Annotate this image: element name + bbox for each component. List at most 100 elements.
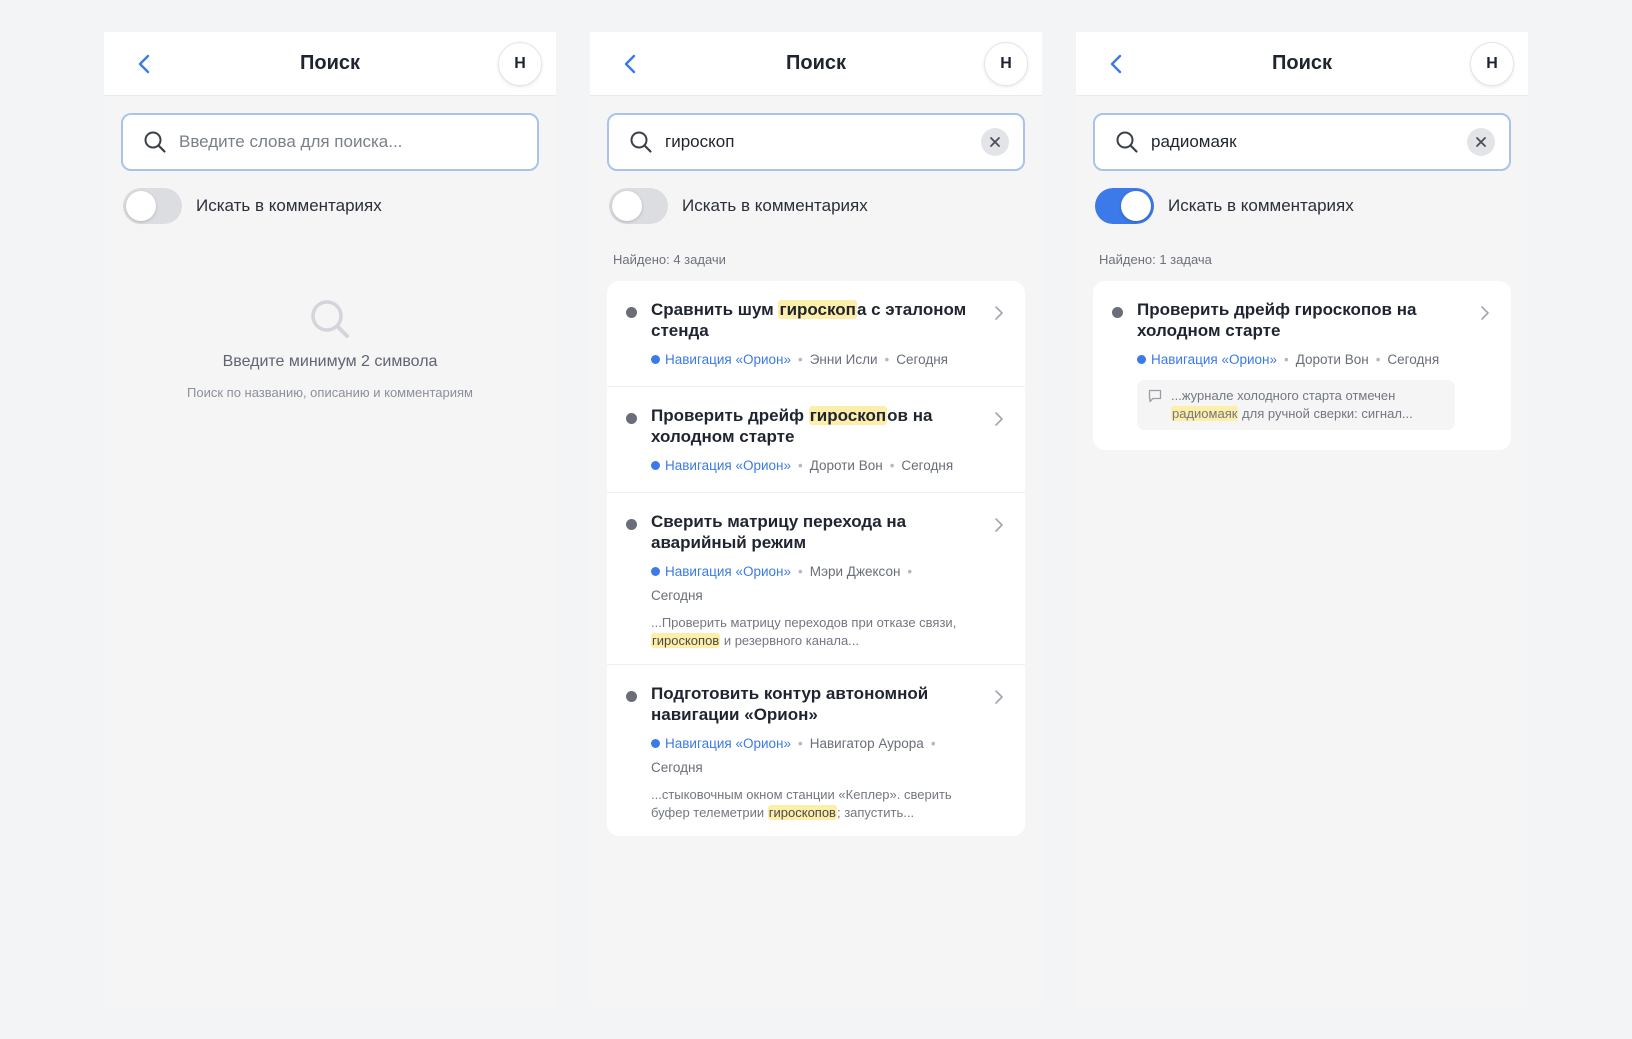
toggle-knob — [612, 191, 642, 221]
author: Дороти Вон — [1295, 352, 1369, 367]
result-item[interactable]: Подготовить контур автономной навигации … — [607, 665, 1025, 836]
search-screen-results: Поиск Н Искать в комментариях Найдено: 4… — [590, 32, 1042, 1007]
search-input[interactable] — [1151, 127, 1467, 157]
empty-state: Введите минимум 2 символа Поиск по назва… — [104, 297, 556, 400]
search-icon — [311, 300, 349, 338]
clear-icon — [990, 137, 1000, 147]
result-title: Сравнить шум гироскопа с эталоном стенда — [651, 300, 967, 340]
top-bar: Поиск Н — [1076, 32, 1528, 96]
results-count: Найдено: 1 задача — [1099, 252, 1212, 267]
search-comments-toggle[interactable] — [1095, 188, 1154, 224]
toggle-label: Искать в комментариях — [682, 196, 868, 215]
search-screen-empty: Поиск Н Искать в комментариях Введите ми… — [104, 32, 556, 1007]
comments-toggle-row: Искать в комментариях — [609, 187, 1042, 225]
date: Сегодня — [896, 352, 948, 367]
clear-icon — [1476, 137, 1486, 147]
result-item[interactable]: Сверить матрицу перехода на аварийный ре… — [607, 493, 1025, 665]
date: Сегодня — [1387, 352, 1440, 367]
chevron-right-icon — [995, 518, 1003, 532]
match-highlight: радиомаяк — [1171, 406, 1239, 421]
comment-icon — [1148, 389, 1162, 403]
search-icon — [630, 131, 652, 153]
project-link[interactable]: Навигация «Орион» — [665, 352, 791, 367]
date: Сегодня — [651, 588, 703, 603]
chevron-left-icon — [1110, 54, 1122, 74]
chevron-right-icon — [995, 306, 1003, 320]
result-snippet: ...Проверить матрицу переходов при отказ… — [651, 615, 957, 648]
result-meta: Навигация «Орион» • Мэри Джексон • Сегодня — [651, 564, 913, 603]
empty-title: Введите минимум 2 символа — [222, 353, 438, 370]
toggle-knob — [1121, 191, 1151, 221]
project-dot-icon — [651, 739, 660, 748]
status-dot-icon — [626, 307, 637, 318]
search-comments-toggle[interactable] — [123, 188, 182, 224]
clear-search-button[interactable] — [981, 128, 1009, 156]
project-dot-icon — [1137, 355, 1146, 364]
top-bar: Поиск Н — [590, 32, 1042, 96]
result-item[interactable]: Проверить дрейф гироскопов на холодном с… — [1093, 281, 1511, 450]
toggle-label: Искать в комментариях — [196, 196, 382, 215]
search-field[interactable] — [1093, 113, 1511, 171]
chevron-right-icon — [1481, 306, 1489, 320]
match-highlight: гироскоп — [778, 300, 857, 319]
search-input[interactable] — [665, 127, 981, 157]
back-button[interactable] — [618, 52, 642, 76]
project-dot-icon — [651, 461, 660, 470]
result-snippet: ...стыковочным окном станции «Кеплер». с… — [651, 787, 952, 820]
results-count: Найдено: 4 задачи — [613, 252, 726, 267]
results-list: Проверить дрейф гироскопов на холодном с… — [1093, 281, 1511, 450]
result-title: Сверить матрицу перехода на аварийный ре… — [651, 512, 907, 552]
search-input[interactable] — [179, 127, 523, 157]
chevron-left-icon — [138, 54, 150, 74]
status-dot-icon — [1112, 307, 1123, 318]
date: Сегодня — [901, 458, 954, 473]
page-title: Поиск — [1271, 52, 1333, 74]
avatar[interactable]: Н — [498, 42, 542, 86]
back-button[interactable] — [1104, 52, 1128, 76]
search-icon — [1116, 131, 1138, 153]
result-title: Подготовить контур автономной навигации … — [651, 684, 929, 724]
status-dot-icon — [626, 413, 637, 424]
author: Навигатор Аурора — [809, 736, 924, 751]
result-meta: Навигация «Орион» • Навигатор Аурора • Сегод… — [651, 736, 936, 775]
match-highlight: гироскопов — [767, 805, 837, 820]
back-button[interactable] — [132, 52, 156, 76]
project-link[interactable]: Навигация «Орион» — [665, 736, 791, 751]
avatar[interactable]: Н — [1470, 42, 1514, 86]
result-title: Проверить дрейф гироскопов на холодном с… — [651, 406, 933, 446]
match-highlight: гироскоп — [808, 406, 888, 425]
result-meta: Навигация «Орион» • Дороти Вон • Сегодня — [651, 454, 981, 478]
toggle-knob — [126, 191, 156, 221]
author: Мэри Джексон — [809, 564, 901, 579]
project-dot-icon — [651, 567, 660, 576]
chevron-right-icon — [995, 690, 1003, 704]
project-link[interactable]: Навигация «Орион» — [665, 564, 791, 579]
chevron-right-icon — [995, 412, 1003, 426]
search-field[interactable] — [121, 113, 539, 171]
date: Сегодня — [651, 760, 703, 775]
search-field[interactable] — [607, 113, 1025, 171]
result-title: Проверить дрейф гироскопов на холодном с… — [1137, 300, 1417, 340]
avatar[interactable]: Н — [984, 42, 1028, 86]
match-highlight: гироскопов — [651, 633, 721, 648]
project-link[interactable]: Навигация «Орион» — [665, 458, 791, 473]
comments-toggle-row: Искать в комментариях — [1095, 187, 1528, 225]
chevron-left-icon — [624, 54, 636, 74]
search-icon — [144, 131, 166, 153]
status-dot-icon — [626, 691, 637, 702]
results-list: Сравнить шум гироскопа с эталоном стенда… — [607, 281, 1025, 836]
author: Дороти Вон — [809, 458, 883, 473]
result-item[interactable]: Сравнить шум гироскопа с эталоном стенда… — [607, 281, 1025, 387]
clear-search-button[interactable] — [1467, 128, 1495, 156]
result-item[interactable]: Проверить дрейф гироскопов на холодном с… — [607, 387, 1025, 493]
status-dot-icon — [626, 519, 637, 530]
author: Энни Исли — [809, 352, 878, 367]
comments-toggle-row: Искать в комментариях — [123, 187, 556, 225]
page-title: Поиск — [299, 52, 361, 74]
search-comments-toggle[interactable] — [609, 188, 668, 224]
result-meta: Навигация «Орион» • Дороти Вон • Сегодня — [1137, 348, 1467, 372]
top-bar: Поиск Н — [104, 32, 556, 96]
search-screen-comments: Поиск Н Искать в комментариях Найдено: 1… — [1076, 32, 1528, 1007]
project-dot-icon — [651, 355, 660, 364]
project-link[interactable]: Навигация «Орион» — [1151, 352, 1277, 367]
